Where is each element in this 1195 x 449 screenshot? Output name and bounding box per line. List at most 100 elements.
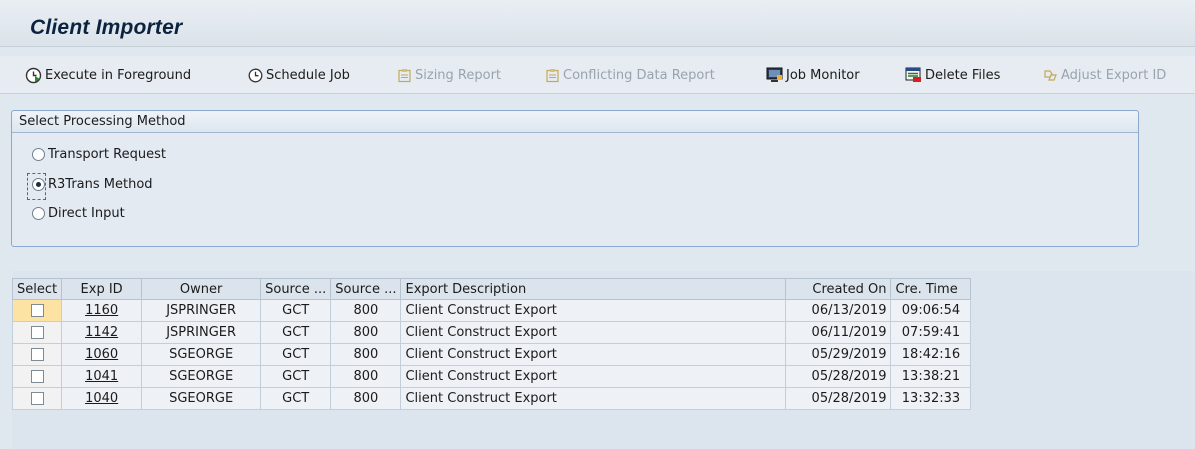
source-system-cell: GCT [260, 387, 332, 410]
select-checkbox[interactable] [30, 304, 44, 317]
select-cell[interactable] [11, 343, 63, 366]
table-header-row: Select Exp ID Owner Source ... Source ..… [11, 278, 972, 300]
select-checkbox[interactable] [30, 370, 44, 383]
description-cell: Client Construct Export [400, 365, 787, 388]
column-header-source-system[interactable]: Source ... [260, 278, 332, 300]
created-on-cell: 06/11/2019 [785, 321, 892, 344]
exp-id-link[interactable]: 1160 [85, 303, 118, 318]
monitor-icon [766, 67, 783, 82]
column-header-select[interactable]: Select [11, 278, 63, 300]
select-cell[interactable] [11, 387, 63, 410]
adjust-export-id-label: Adjust Export ID [1061, 67, 1167, 83]
source-client-cell: 800 [330, 387, 402, 410]
execute-in-foreground-button[interactable]: Execute in Foreground [25, 65, 191, 85]
select-checkbox[interactable] [30, 348, 44, 361]
table-row[interactable]: 1040 SGEORGE GCT 800 Client Construct Ex… [11, 387, 972, 410]
table-row[interactable]: 1142 JSPRINGER GCT 800 Client Construct … [11, 321, 972, 344]
description-cell: Client Construct Export [400, 299, 787, 322]
exp-id-link[interactable]: 1041 [85, 369, 118, 384]
column-header-export-description[interactable]: Export Description [400, 278, 787, 300]
source-client-cell: 800 [330, 321, 402, 344]
owner-cell: JSPRINGER [141, 299, 262, 322]
description-cell: Client Construct Export [400, 343, 787, 366]
creation-time-cell: 13:32:33 [890, 387, 972, 410]
owner-cell: SGEORGE [141, 387, 262, 410]
export-table: Select Exp ID Owner Source ... Source ..… [11, 278, 972, 410]
column-header-created-on[interactable]: Created On [785, 278, 892, 300]
sizing-report-label: Sizing Report [415, 67, 502, 83]
exp-id-link[interactable]: 1060 [85, 347, 118, 362]
job-monitor-button[interactable]: Job Monitor [766, 65, 860, 85]
radio-direct-input[interactable]: Direct Input [32, 203, 125, 223]
processing-method-group: Select Processing Method Transport Reque… [11, 110, 1139, 247]
radio-r3trans-method[interactable]: R3Trans Method [32, 174, 153, 194]
exp-id-link[interactable]: 1040 [85, 391, 118, 406]
select-cell[interactable] [11, 299, 63, 322]
exp-id-cell[interactable]: 1160 [61, 299, 143, 322]
job-monitor-label: Job Monitor [786, 67, 860, 83]
source-client-cell: 800 [330, 299, 402, 322]
table-row[interactable]: 1060 SGEORGE GCT 800 Client Construct Ex… [11, 343, 972, 366]
owner-cell: JSPRINGER [141, 321, 262, 344]
select-checkbox[interactable] [30, 392, 44, 405]
focus-outline [27, 173, 46, 200]
exp-id-cell[interactable]: 1142 [61, 321, 143, 344]
exp-id-cell[interactable]: 1040 [61, 387, 143, 410]
application-toolbar: Execute in Foreground Schedule Job Sizin… [0, 56, 1195, 94]
select-cell[interactable] [11, 321, 63, 344]
delete-files-button[interactable]: Delete Files [905, 65, 1000, 85]
radio-transport-request[interactable]: Transport Request [32, 144, 166, 164]
creation-time-cell: 18:42:16 [890, 343, 972, 366]
column-header-owner[interactable]: Owner [141, 278, 262, 300]
source-client-cell: 800 [330, 343, 402, 366]
creation-time-cell: 07:59:41 [890, 321, 972, 344]
exp-id-cell[interactable]: 1041 [61, 365, 143, 388]
delete-files-icon [905, 67, 921, 82]
description-cell: Client Construct Export [400, 321, 787, 344]
sizing-report-button[interactable]: Sizing Report [397, 65, 501, 85]
page-title: Client Importer [30, 16, 183, 39]
select-checkbox[interactable] [30, 326, 44, 339]
adjust-icon [1044, 69, 1057, 81]
table-row[interactable]: 1160 JSPRINGER GCT 800 Client Construct … [11, 299, 972, 322]
export-table-area: Select Exp ID Owner Source ... Source ..… [11, 271, 1195, 449]
description-cell: Client Construct Export [400, 387, 787, 410]
schedule-job-label: Schedule Job [266, 67, 350, 83]
radio-button-icon[interactable] [32, 147, 45, 161]
creation-time-cell: 09:06:54 [890, 299, 972, 322]
column-header-creation-time[interactable]: Cre. Time [890, 278, 972, 300]
source-system-cell: GCT [260, 365, 332, 388]
column-header-source-client[interactable]: Source ... [330, 278, 402, 300]
creation-time-cell: 13:38:21 [890, 365, 972, 388]
radio-r3trans-method-label: R3Trans Method [48, 176, 153, 192]
select-cell[interactable] [11, 365, 63, 388]
source-system-cell: GCT [260, 343, 332, 366]
created-on-cell: 06/13/2019 [785, 299, 892, 322]
table-row[interactable]: 1041 SGEORGE GCT 800 Client Construct Ex… [11, 365, 972, 388]
clock-icon [248, 68, 263, 82]
radio-transport-request-label: Transport Request [48, 146, 166, 162]
created-on-cell: 05/28/2019 [785, 387, 892, 410]
source-client-cell: 800 [330, 365, 402, 388]
clipboard-icon [546, 68, 559, 82]
source-system-cell: GCT [260, 321, 332, 344]
created-on-cell: 05/29/2019 [785, 343, 892, 366]
owner-cell: SGEORGE [141, 343, 262, 366]
schedule-job-button[interactable]: Schedule Job [248, 65, 350, 85]
column-header-exp-id[interactable]: Exp ID [61, 278, 143, 300]
owner-cell: SGEORGE [141, 365, 262, 388]
radio-button-icon[interactable] [32, 206, 45, 220]
conflicting-data-report-button[interactable]: Conflicting Data Report [545, 65, 715, 85]
source-system-cell: GCT [260, 299, 332, 322]
exp-id-cell[interactable]: 1060 [61, 343, 143, 366]
adjust-export-id-button[interactable]: Adjust Export ID [1043, 65, 1166, 85]
created-on-cell: 05/28/2019 [785, 365, 892, 388]
exp-id-link[interactable]: 1142 [85, 325, 118, 340]
conflicting-data-report-label: Conflicting Data Report [563, 67, 715, 83]
radio-direct-input-label: Direct Input [48, 205, 125, 221]
processing-method-title: Select Processing Method [12, 111, 1138, 133]
clipboard-icon [398, 68, 411, 82]
execute-in-foreground-label: Execute in Foreground [45, 67, 192, 83]
title-bar: Client Importer [0, 0, 1195, 47]
delete-files-label: Delete Files [925, 67, 1001, 83]
